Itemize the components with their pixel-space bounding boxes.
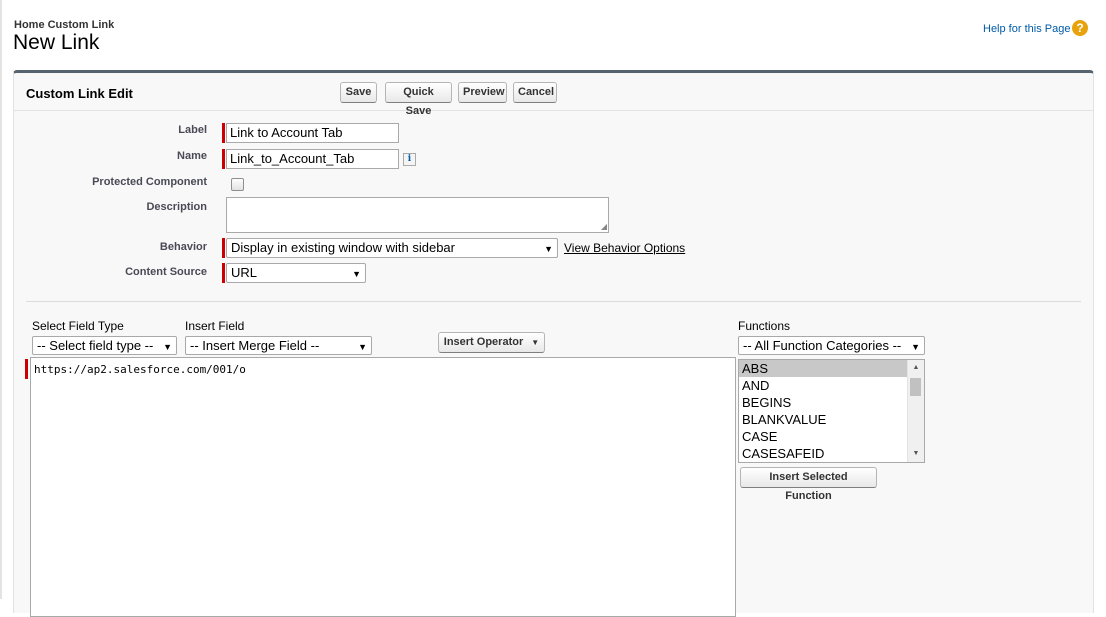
left-edge	[0, 0, 2, 599]
custom-link-edit-panel: Custom Link Edit Save Quick Save Preview…	[13, 70, 1094, 617]
behavior-select[interactable]: Display in existing window with sidebar …	[226, 238, 558, 258]
content-source-label: Content Source	[125, 266, 207, 278]
dropdown-arrow-icon: ▼	[163, 342, 172, 352]
cancel-button[interactable]: Cancel	[513, 82, 557, 103]
list-item[interactable]: AND	[739, 377, 924, 394]
content-source-select[interactable]: URL ▼	[226, 263, 366, 283]
protected-component-label: Protected Component	[92, 176, 207, 188]
scroll-down-icon[interactable]: ▼	[908, 447, 924, 461]
name-input[interactable]: Link_to_Account_Tab	[226, 149, 399, 169]
description-textarea[interactable]: ◢	[226, 197, 609, 233]
list-item[interactable]: ABS	[739, 360, 924, 377]
quick-save-button[interactable]: Quick Save	[385, 82, 452, 117]
behavior-label: Behavior	[159, 241, 207, 253]
dropdown-arrow-icon: ▼	[531, 338, 540, 347]
dropdown-arrow-icon: ▼	[358, 342, 367, 352]
info-icon[interactable]: i	[403, 153, 416, 166]
content-source-value: URL	[231, 265, 258, 280]
preview-button[interactable]: Preview	[458, 82, 507, 103]
insert-operator-button[interactable]: Insert Operator ▼	[438, 332, 545, 353]
required-indicator	[222, 263, 225, 283]
list-item[interactable]: CASE	[739, 428, 924, 445]
required-indicator	[222, 149, 225, 169]
description-label: Description	[146, 201, 207, 213]
label-input[interactable]: Link to Account Tab	[226, 123, 399, 143]
required-indicator	[222, 238, 225, 258]
protected-component-checkbox[interactable]	[231, 178, 244, 191]
breadcrumb: Home Custom Link	[14, 19, 115, 31]
select-field-type-value: -- Select field type --	[37, 338, 154, 353]
required-indicator	[25, 359, 28, 379]
select-field-type-label: Select Field Type	[32, 319, 124, 333]
insert-field-label: Insert Field	[185, 319, 245, 333]
insert-operator-label: Insert Operator	[443, 336, 524, 348]
listbox-scrollbar[interactable]: ▲ ▼	[907, 360, 924, 462]
help-link[interactable]: Help for this Page	[983, 23, 1070, 35]
help-icon[interactable]: ?	[1072, 20, 1088, 36]
save-button[interactable]: Save	[340, 82, 377, 103]
functions-listbox[interactable]: ABS AND BEGINS BLANKVALUE CASE CASESAFEI…	[738, 359, 925, 463]
dropdown-arrow-icon: ▼	[911, 342, 920, 352]
resize-grip-icon[interactable]: ◢	[601, 222, 607, 231]
list-item[interactable]: CASESAFEID	[739, 445, 924, 462]
panel-header: Custom Link Edit Save Quick Save Preview…	[14, 73, 1093, 117]
view-behavior-options-link[interactable]: View Behavior Options	[564, 241, 685, 255]
scroll-up-icon[interactable]: ▲	[908, 361, 924, 375]
insert-merge-field-value: -- Insert Merge Field --	[190, 338, 320, 353]
functions-label: Functions	[738, 319, 791, 333]
section-divider	[26, 301, 1081, 302]
list-item[interactable]: BEGINS	[739, 394, 924, 411]
panel-title: Custom Link Edit	[26, 86, 133, 101]
insert-selected-function-button[interactable]: Insert Selected Function	[740, 467, 877, 502]
behavior-value: Display in existing window with sidebar	[231, 240, 455, 255]
label-field-label: Label	[178, 124, 207, 136]
function-category-value: -- All Function Categories --	[743, 338, 902, 353]
page-title: New Link	[13, 31, 100, 54]
select-field-type-dropdown[interactable]: -- Select field type -- ▼	[32, 336, 177, 355]
name-field-label: Name	[177, 150, 207, 162]
scroll-thumb[interactable]	[910, 378, 921, 396]
function-category-dropdown[interactable]: -- All Function Categories -- ▼	[738, 336, 925, 355]
dropdown-arrow-icon: ▼	[352, 269, 361, 279]
list-item[interactable]: BLANKVALUE	[739, 411, 924, 428]
insert-merge-field-dropdown[interactable]: -- Insert Merge Field -- ▼	[185, 336, 372, 355]
required-indicator	[222, 123, 225, 143]
dropdown-arrow-icon: ▼	[544, 244, 553, 254]
formula-editor[interactable]: https://ap2.salesforce.com/001/o	[30, 357, 736, 617]
